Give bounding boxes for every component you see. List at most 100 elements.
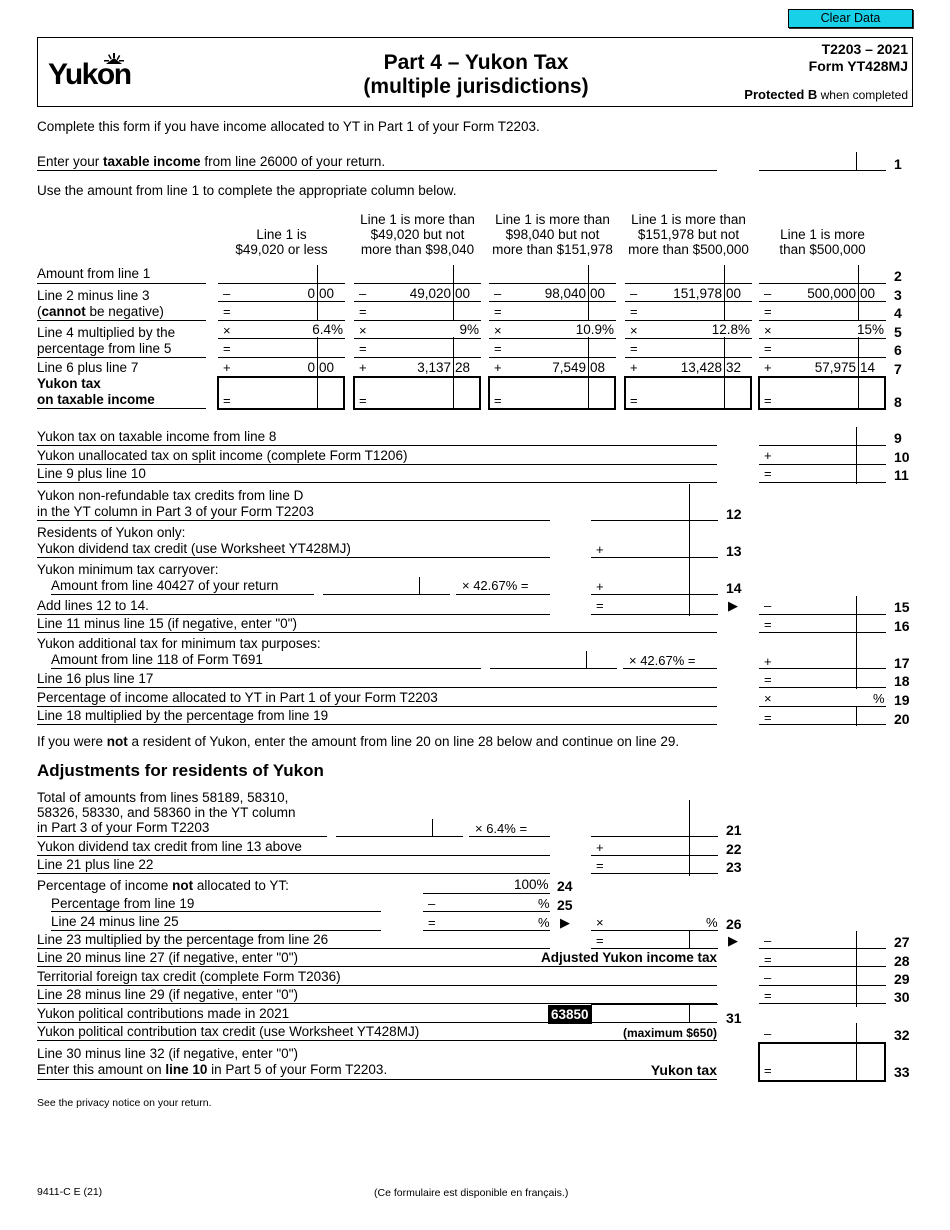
line14-amount-divider xyxy=(419,577,420,595)
line12-label-b: in the YT column in Part 3 of your Form … xyxy=(37,504,314,519)
col3-line3-dollars: 98,040 xyxy=(544,286,586,301)
line25-minus: – xyxy=(428,896,436,911)
column-1-header-3: $49,020 or less xyxy=(235,242,328,257)
col4-line8-divider xyxy=(724,376,725,410)
col2-line4-equals: = xyxy=(359,304,367,319)
col5-line8-field[interactable] xyxy=(758,376,886,410)
line28-field[interactable] xyxy=(759,966,886,967)
col2-line6-field[interactable] xyxy=(354,357,481,358)
line1-field[interactable] xyxy=(759,170,886,171)
col4-line6-field[interactable] xyxy=(625,357,752,358)
col3-line7-cents: 08 xyxy=(590,360,606,375)
line9-field[interactable] xyxy=(759,445,886,446)
col3-line6-field[interactable] xyxy=(489,357,616,358)
col3-line4-field[interactable] xyxy=(489,320,616,321)
line27-mid-divider xyxy=(689,931,690,949)
line14-field[interactable] xyxy=(591,594,718,595)
line10-field[interactable] xyxy=(759,464,886,465)
line33-field[interactable] xyxy=(758,1042,886,1082)
line20-field[interactable] xyxy=(759,724,886,725)
line15-mid-field[interactable] xyxy=(591,614,718,615)
line-number-26: 26 xyxy=(726,916,742,932)
line17-amount-field[interactable] xyxy=(490,668,617,669)
column-5-header-3: than $500,000 xyxy=(779,242,866,257)
clear-data-button[interactable]: Clear Data xyxy=(788,9,913,28)
line11-field[interactable] xyxy=(759,482,886,483)
col5-line6-field[interactable] xyxy=(759,357,886,358)
line-number-9: 9 xyxy=(894,430,902,446)
col1-line8-divider xyxy=(317,376,318,410)
line23-underline xyxy=(37,873,550,874)
row8-underline xyxy=(37,408,206,409)
line19-field-mask xyxy=(852,689,862,706)
line27-field[interactable] xyxy=(759,948,886,949)
line12-field[interactable] xyxy=(591,520,718,521)
col3-line2-field[interactable] xyxy=(489,283,616,284)
line23-field[interactable] xyxy=(591,873,718,874)
col4-line2-field[interactable] xyxy=(625,283,752,284)
col2-line3-dollars: 49,020 xyxy=(409,286,451,301)
line21-field[interactable] xyxy=(591,836,718,837)
right-col-divider-27-30 xyxy=(856,931,857,1007)
instruction-text: Use the amount from line 1 to complete t… xyxy=(37,183,457,198)
r4-bold: cannot xyxy=(41,304,86,319)
line11-label: Line 9 plus line 10 xyxy=(37,466,146,481)
col2-line2-field[interactable] xyxy=(354,283,481,284)
right-col-divider-9-11 xyxy=(856,427,857,484)
line26-times: × xyxy=(596,915,604,930)
line15-field[interactable] xyxy=(759,614,886,615)
line24-label: Percentage of income not allocated to YT… xyxy=(37,878,289,894)
col4-line7-cents: 32 xyxy=(726,360,742,375)
line26-arrow-icon: ▶ xyxy=(560,915,570,930)
col4-line4-field[interactable] xyxy=(625,320,752,321)
col2-line5-field xyxy=(354,338,481,339)
line14-amount-field[interactable] xyxy=(323,594,450,595)
line15-minus: – xyxy=(764,598,772,613)
col2-line8-field[interactable] xyxy=(353,376,481,410)
col1-line8-field[interactable] xyxy=(217,376,345,410)
line10-underline xyxy=(37,464,717,465)
column-2-header-3: more than $98,040 xyxy=(360,242,475,257)
line-number-23: 23 xyxy=(726,859,742,875)
line18-field[interactable] xyxy=(759,687,886,688)
col1-line2-field[interactable] xyxy=(218,283,345,284)
col5-line4-field[interactable] xyxy=(759,320,886,321)
line17-amount-divider xyxy=(586,651,587,669)
line-number-28: 28 xyxy=(894,953,910,969)
col5-line7-cents: 14 xyxy=(860,360,876,375)
line1-cents-divider xyxy=(856,152,857,171)
line26-left-field[interactable] xyxy=(423,930,550,931)
line23-equals: = xyxy=(596,858,604,873)
line25-field[interactable] xyxy=(423,911,550,912)
row8-label-a: Yukon tax xyxy=(37,376,101,391)
line-number-27: 27 xyxy=(894,934,910,950)
line13-field[interactable] xyxy=(591,557,718,558)
column-5-header-2: Line 1 is more xyxy=(780,227,865,242)
row8-label-b: on taxable income xyxy=(37,392,155,407)
line29-field[interactable] xyxy=(759,985,886,986)
row2-label: Amount from line 1 xyxy=(37,266,151,281)
line13-label-a: Residents of Yukon only: xyxy=(37,525,186,540)
line30-field[interactable] xyxy=(759,1003,886,1004)
col3-line8-field[interactable] xyxy=(488,376,616,410)
line22-field[interactable] xyxy=(591,855,718,856)
col1-line6-field[interactable] xyxy=(218,357,345,358)
line17-field[interactable] xyxy=(759,668,886,669)
col2-line4-field[interactable] xyxy=(354,320,481,321)
col1-line4-field[interactable] xyxy=(218,320,345,321)
line-number-3: 3 xyxy=(894,287,902,303)
line21-amount-field[interactable] xyxy=(336,836,463,837)
nonresident-note: If you were not a resident of Yukon, ent… xyxy=(37,734,679,750)
column-3-header-1: Line 1 is more than xyxy=(495,212,610,227)
col5-line2-field[interactable] xyxy=(759,283,886,284)
col1-line3-dollars: 0 xyxy=(307,286,315,301)
line14-underline xyxy=(51,594,314,595)
line26-field[interactable] xyxy=(591,930,718,931)
col1-line5-rate: 6.4% xyxy=(312,322,343,337)
line19-underline xyxy=(37,706,717,707)
line19-field[interactable] xyxy=(759,706,886,707)
col4-line8-field[interactable] xyxy=(624,376,752,410)
line27-mid-field[interactable] xyxy=(591,948,718,949)
line-number-33: 33 xyxy=(894,1064,910,1080)
line16-field[interactable] xyxy=(759,632,886,633)
